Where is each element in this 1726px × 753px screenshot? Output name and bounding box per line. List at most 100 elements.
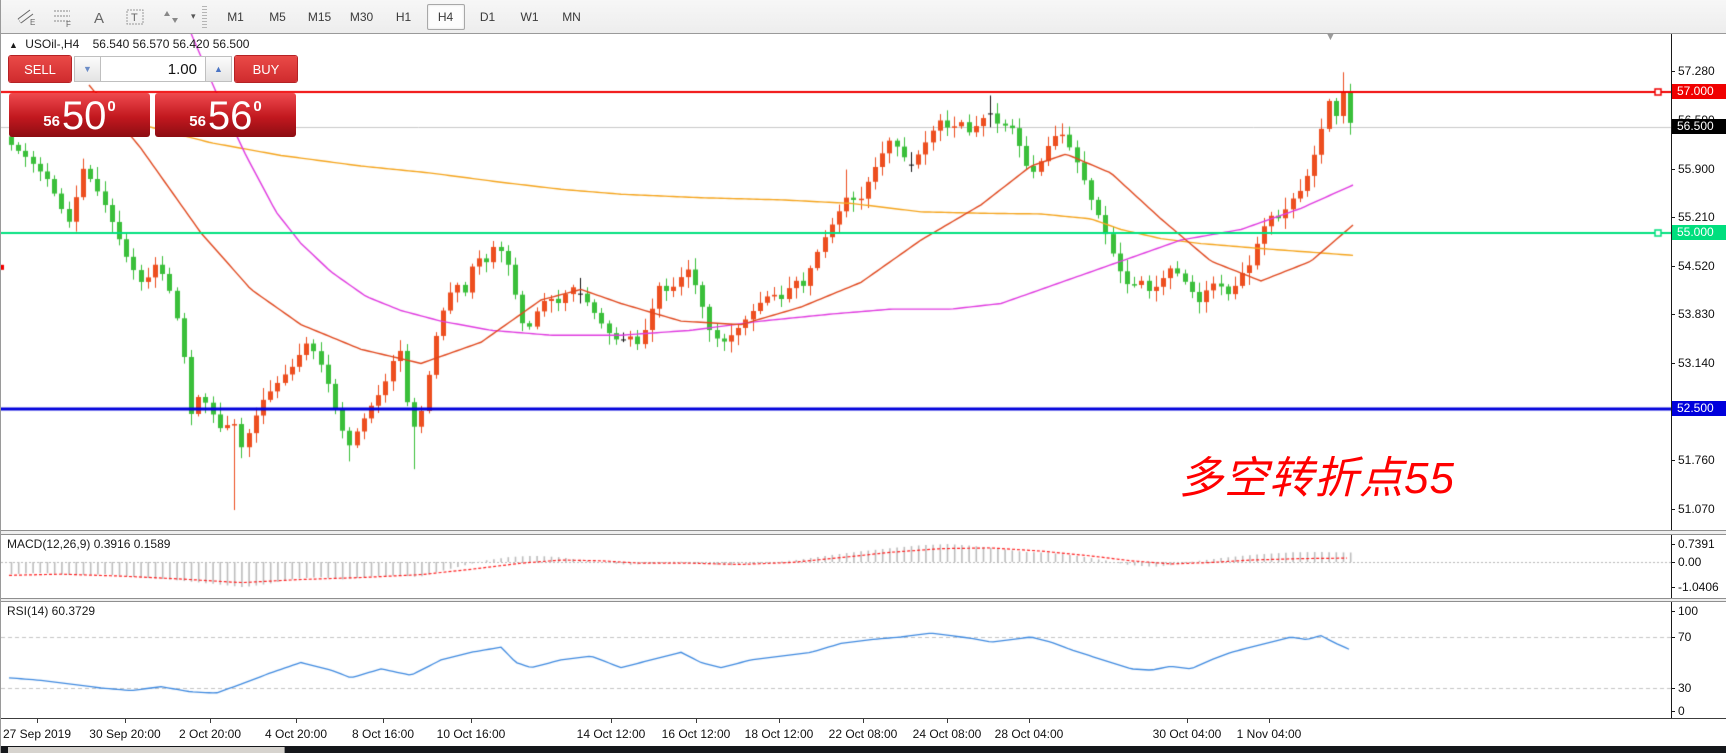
text-label-icon[interactable]: T	[119, 3, 151, 31]
rsi-tick-label: 30	[1678, 681, 1691, 695]
timeframe-button-mn[interactable]: MN	[553, 4, 591, 30]
date-tick	[383, 719, 384, 723]
bid-price-tile[interactable]: 56 50 0	[9, 93, 150, 137]
date-label: 2 Oct 20:00	[179, 727, 241, 741]
macd-label: MACD(12,26,9) 0.3916 0.1589	[7, 537, 170, 551]
svg-text:E: E	[30, 18, 35, 27]
date-tick	[471, 719, 472, 723]
bid-pips: 50	[62, 97, 107, 135]
date-tick	[37, 719, 38, 723]
svg-text:T: T	[131, 12, 138, 24]
symbol-period-label: USOil-,H4	[25, 37, 79, 51]
timeframe-button-h4[interactable]: H4	[427, 4, 465, 30]
macd-tick-label: -1.0406	[1678, 580, 1719, 594]
date-label: 28 Oct 04:00	[995, 727, 1064, 741]
timeframe-button-m1[interactable]: M1	[217, 4, 255, 30]
chinese-annotation-text: 多空转折点55	[1179, 442, 1455, 506]
ask-pips: 56	[208, 97, 253, 135]
toolbar-drag-handle[interactable]	[202, 6, 207, 28]
macd-indicator-panel: MACD(12,26,9) 0.3916 0.1589 0.7391 0.00 -1…	[1, 535, 1726, 598]
date-axis[interactable]: 27 Sep 2019 30 Sep 20:00 2 Oct 20:00 4 Oct …	[1, 718, 1726, 745]
date-tick	[947, 719, 948, 723]
timeframe-button-m30[interactable]: M30	[343, 4, 381, 30]
date-label: 18 Oct 12:00	[745, 727, 814, 741]
volume-input[interactable]: 1.00	[100, 56, 206, 82]
date-label: 30 Oct 04:00	[1153, 727, 1222, 741]
price-tick-label: 53.830	[1678, 307, 1715, 321]
date-label: 14 Oct 12:00	[577, 727, 646, 741]
date-tick	[1187, 719, 1188, 723]
price-scale[interactable]: 57.28056.59055.90055.21054.52053.83053.1…	[1671, 34, 1726, 530]
rsi-label: RSI(14) 60.3729	[7, 604, 95, 618]
ask-price-tile[interactable]: 56 56 0	[155, 93, 296, 137]
date-label: 16 Oct 12:00	[662, 727, 731, 741]
price-tick-label: 55.210	[1678, 210, 1715, 224]
svg-text:F: F	[66, 20, 71, 27]
date-label: 8 Oct 16:00	[352, 727, 414, 741]
trading-app-window: E F A T ▾ M1M5M15M30H1H4D1W1MN ▲ USOil-,H4 56…	[0, 0, 1726, 753]
macd-tick-label: 0.00	[1678, 555, 1701, 569]
price-tick-label: 57.280	[1678, 64, 1715, 78]
svg-text:A: A	[94, 10, 104, 26]
buy-button[interactable]: BUY	[235, 56, 297, 82]
price-tick-label: 55.900	[1678, 162, 1715, 176]
date-tick	[1029, 719, 1030, 723]
equidistant-channel-icon[interactable]: E	[11, 3, 43, 31]
collapse-triangle-icon[interactable]: ▲	[9, 40, 18, 50]
price-tick-label: 53.140	[1678, 356, 1715, 370]
date-label: 1 Nov 04:00	[1237, 727, 1302, 741]
bid-pipette: 0	[107, 98, 115, 115]
timeframe-button-h1[interactable]: H1	[385, 4, 423, 30]
price-tick-label: 54.520	[1678, 259, 1715, 273]
price-line-badge: 56.500	[1672, 119, 1726, 134]
chart-header: ▲ USOil-,H4 56.540 56.570 56.420 56.500	[9, 37, 249, 51]
date-label: 24 Oct 08:00	[913, 727, 982, 741]
date-tick	[210, 719, 211, 723]
date-label: 30 Sep 20:00	[89, 727, 160, 741]
horizontal-scrollbar[interactable]	[1, 745, 1726, 753]
rsi-tick-label: 100	[1678, 604, 1698, 618]
date-tick	[1269, 719, 1270, 723]
bid-big-figure: 56	[43, 113, 60, 130]
rsi-chart-canvas[interactable]	[1, 602, 1671, 718]
date-label: 22 Oct 08:00	[829, 727, 898, 741]
price-line-badge: 57.000	[1672, 84, 1726, 99]
chart-end-marker-icon: ▼	[1325, 31, 1336, 43]
scrollbar-thumb[interactable]	[8, 747, 285, 753]
macd-scale[interactable]: 0.7391 0.00 -1.0406	[1671, 535, 1726, 598]
date-label: 10 Oct 16:00	[437, 727, 506, 741]
timeframe-button-m5[interactable]: M5	[259, 4, 297, 30]
arrows-dropdown-caret[interactable]: ▾	[191, 11, 196, 22]
price-line-badge: 55.000	[1672, 225, 1726, 240]
date-tick	[611, 719, 612, 723]
volume-decrease-button[interactable]: ▼	[74, 56, 101, 82]
rsi-indicator-panel: RSI(14) 60.3729 100 70 30 0	[1, 602, 1726, 718]
date-label: 4 Oct 20:00	[265, 727, 327, 741]
rsi-scale[interactable]: 100 70 30 0	[1671, 602, 1726, 718]
ohlc-values: 56.540 56.570 56.420 56.500	[93, 37, 250, 51]
price-tick-label: 51.070	[1678, 502, 1715, 516]
arrows-icon[interactable]	[155, 3, 187, 31]
price-tick-label: 51.760	[1678, 453, 1715, 467]
date-tick	[863, 719, 864, 723]
sell-button[interactable]: SELL	[9, 56, 71, 82]
ask-big-figure: 56	[189, 113, 206, 130]
ask-pipette: 0	[253, 98, 261, 115]
volume-increase-button[interactable]: ▲	[205, 56, 232, 82]
date-tick	[296, 719, 297, 723]
text-icon[interactable]: A	[83, 3, 115, 31]
timeframe-button-w1[interactable]: W1	[511, 4, 549, 30]
main-chart-panel: ▲ USOil-,H4 56.540 56.570 56.420 56.500 …	[1, 34, 1726, 530]
toolbar: E F A T ▾ M1M5M15M30H1H4D1W1MN	[1, 0, 1726, 34]
trade-row: SELL ▼ 1.00 ▲ BUY	[9, 56, 297, 82]
one-click-trading-widget: SELL ▼ 1.00 ▲ BUY 56 50 0 56 56 0	[9, 54, 297, 128]
fibonacci-icon[interactable]: F	[47, 3, 79, 31]
date-label: 27 Sep 2019	[3, 727, 71, 741]
macd-tick-label: 0.7391	[1678, 537, 1715, 551]
timeframe-button-d1[interactable]: D1	[469, 4, 507, 30]
date-tick	[125, 719, 126, 723]
rsi-tick-label: 0	[1678, 704, 1685, 718]
rsi-tick-label: 70	[1678, 630, 1691, 644]
macd-chart-canvas[interactable]	[1, 535, 1671, 598]
timeframe-button-m15[interactable]: M15	[301, 4, 339, 30]
